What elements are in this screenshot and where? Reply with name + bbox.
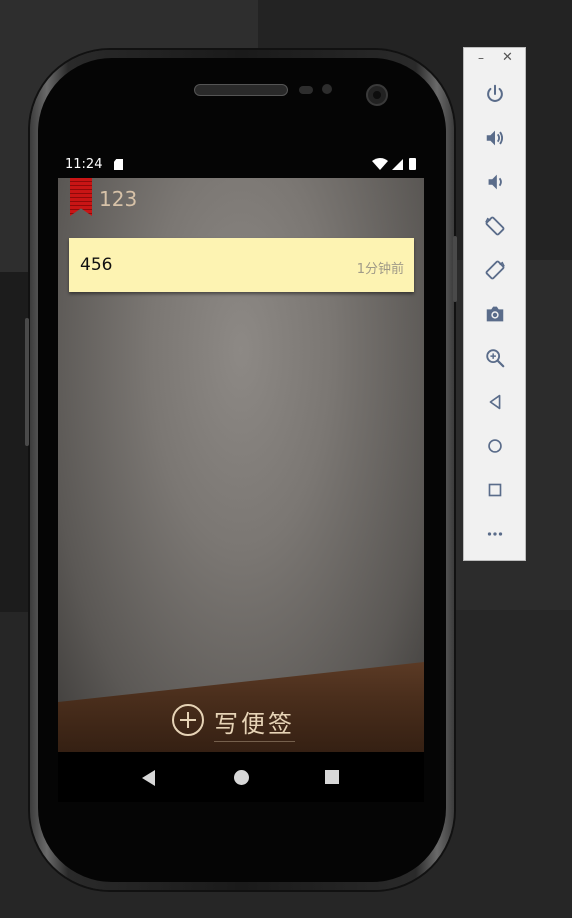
zoom-icon[interactable] bbox=[480, 343, 510, 373]
nav-home-icon[interactable] bbox=[234, 770, 249, 785]
nav-recents-icon[interactable] bbox=[325, 770, 339, 784]
rotate-left-icon[interactable] bbox=[480, 211, 510, 241]
earpiece-speaker bbox=[194, 84, 288, 96]
folder-title: 123 bbox=[99, 187, 138, 211]
battery-icon bbox=[409, 158, 416, 170]
volume-up-icon[interactable] bbox=[480, 123, 510, 153]
nav-back-icon[interactable] bbox=[142, 770, 155, 786]
status-bar: 11:24 bbox=[58, 152, 424, 178]
add-note-icon[interactable] bbox=[172, 704, 204, 736]
note-timestamp: 1分钟前 bbox=[356, 262, 404, 277]
power-side-button bbox=[453, 236, 457, 302]
toolbar-titlebar: – ✕ bbox=[464, 48, 525, 72]
camera-icon[interactable] bbox=[480, 299, 510, 329]
sd-card-icon bbox=[114, 159, 123, 170]
volume-rocker bbox=[25, 318, 29, 446]
more-icon[interactable] bbox=[480, 519, 510, 549]
power-icon[interactable] bbox=[480, 79, 510, 109]
emulator-toolbar: – ✕ bbox=[463, 47, 526, 561]
minimize-button[interactable]: – bbox=[478, 51, 484, 65]
navigation-bar bbox=[58, 752, 424, 802]
wifi-icon bbox=[372, 158, 388, 170]
proximity-sensor bbox=[299, 86, 313, 94]
volume-down-icon[interactable] bbox=[480, 167, 510, 197]
front-camera bbox=[366, 84, 388, 106]
note-item[interactable]: 456 1分钟前 bbox=[69, 238, 414, 292]
signal-icon bbox=[392, 159, 403, 170]
light-sensor bbox=[322, 84, 332, 94]
overview-icon[interactable] bbox=[480, 475, 510, 505]
note-text: 456 bbox=[80, 255, 113, 275]
back-icon[interactable] bbox=[480, 387, 510, 417]
app-screen: 123 456 1分钟前 写便签 bbox=[58, 178, 424, 752]
bookmark-icon bbox=[70, 178, 92, 216]
add-note-button[interactable]: 写便签 bbox=[214, 704, 295, 742]
status-time: 11:24 bbox=[65, 157, 103, 172]
home-icon[interactable] bbox=[480, 431, 510, 461]
close-button[interactable]: ✕ bbox=[502, 50, 513, 65]
rotate-right-icon[interactable] bbox=[480, 255, 510, 285]
folder-header: 123 bbox=[58, 178, 424, 224]
